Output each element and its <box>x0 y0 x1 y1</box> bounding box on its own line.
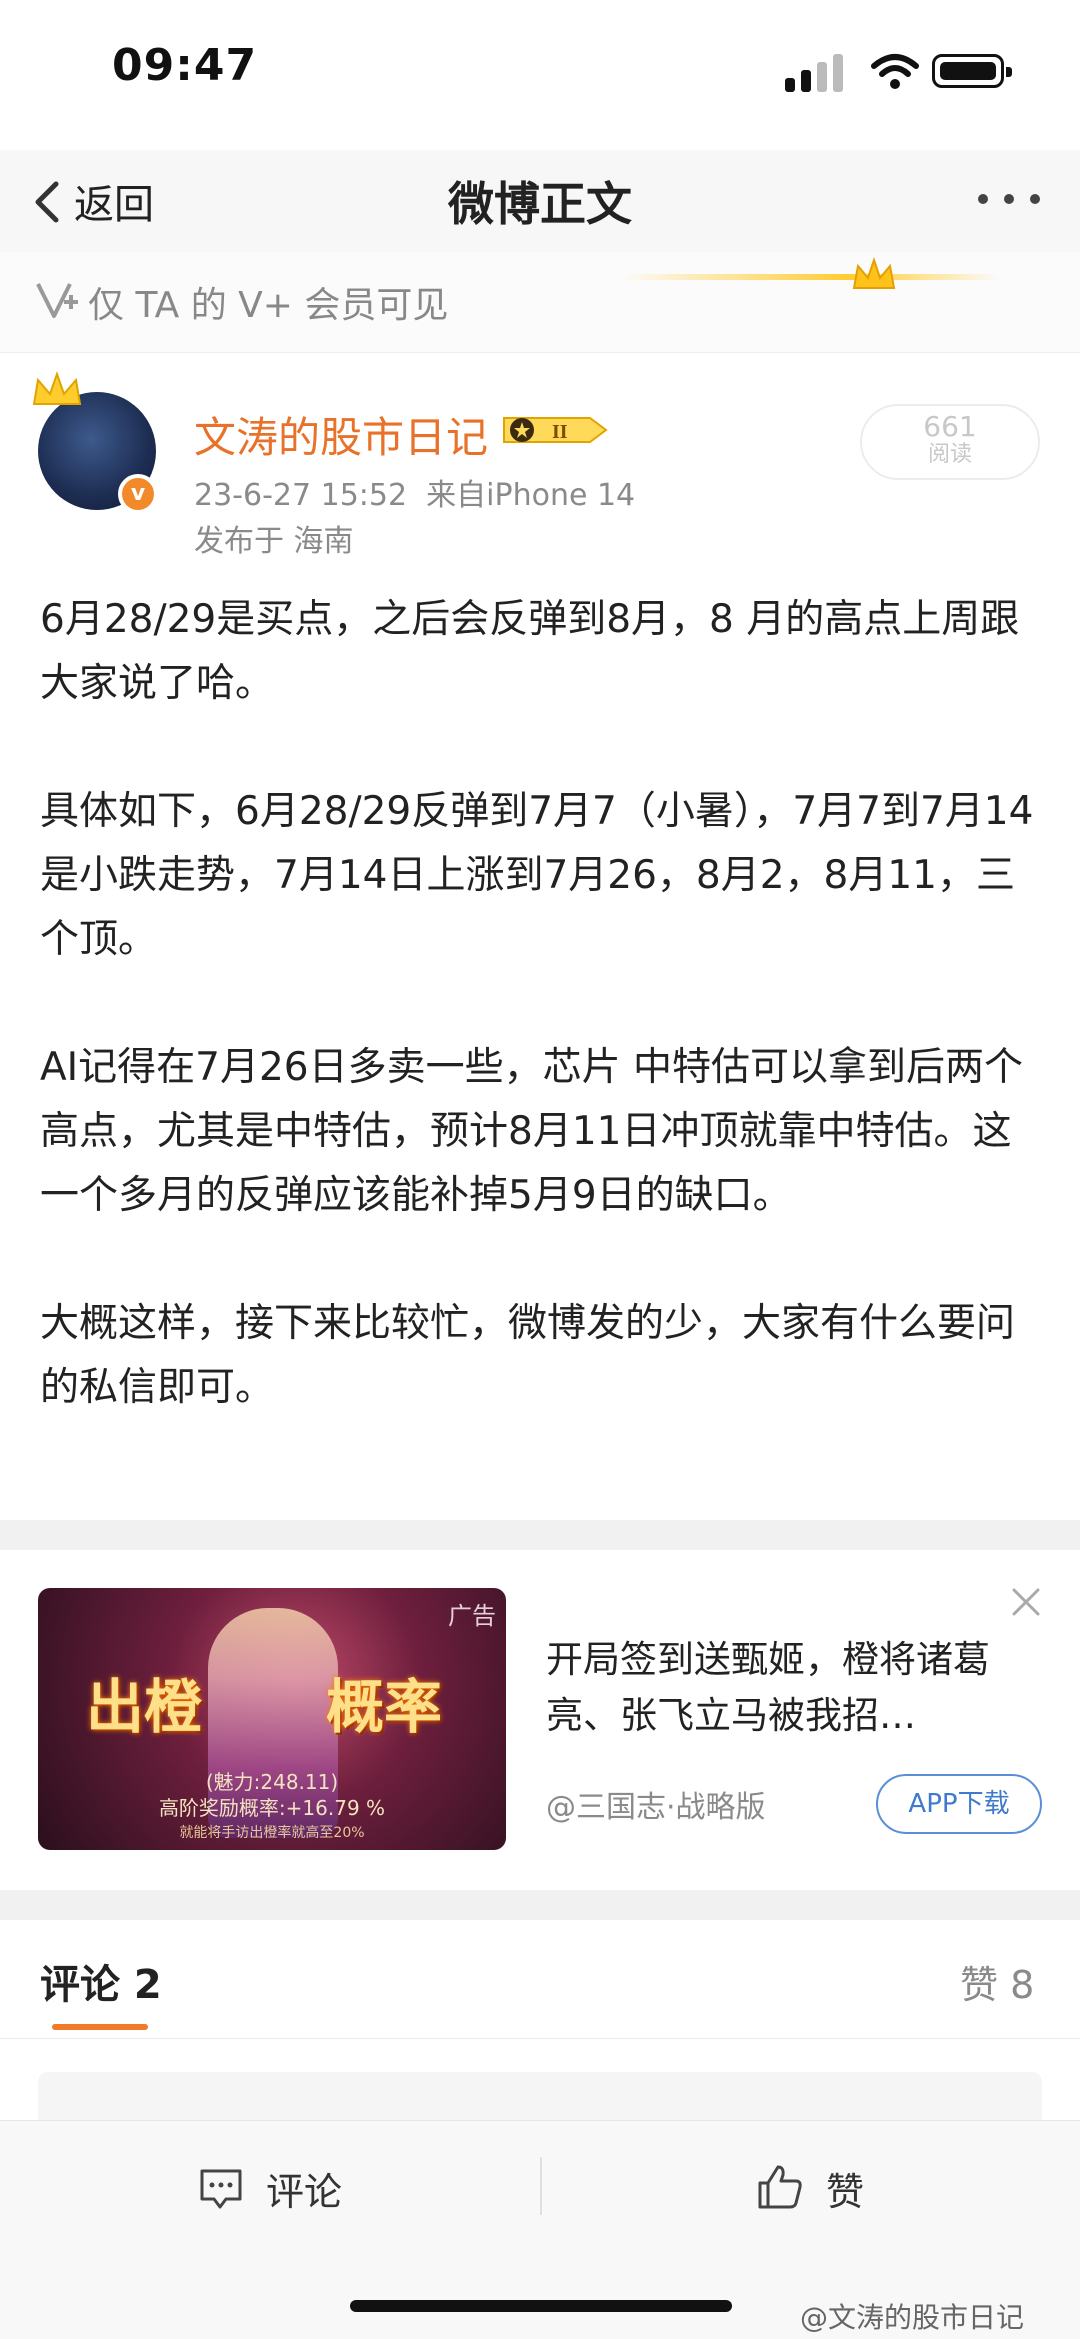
visibility-banner: 仅 TA 的 V+ 会员可见 <box>0 252 1080 353</box>
badge-level-text: II <box>552 421 568 443</box>
section-divider <box>0 1520 1080 1550</box>
wifi-icon <box>871 54 919 89</box>
ad-image-headline-left: 出橙 <box>86 1673 203 1741</box>
divider <box>0 2038 1080 2039</box>
post-paragraph: AI记得在7月26日多卖一些，芯片 中特估可以拿到后两个高点，尤其是中特估，预计… <box>40 1045 1024 1218</box>
vplus-icon <box>36 283 78 318</box>
crown-icon <box>32 370 82 405</box>
app-download-button[interactable]: APP下载 <box>876 1774 1042 1834</box>
ad-title[interactable]: 开局签到送甄姬，橙将诸葛亮、张飞立马被我招… <box>546 1632 1016 1744</box>
active-tab-indicator <box>52 2024 148 2030</box>
watermark: @文涛的股市日记 <box>800 2301 1025 2334</box>
visibility-text: 仅 TA 的 V+ 会员可见 <box>88 285 449 326</box>
ad-source[interactable]: @三国志·战略版 <box>546 1782 766 1826</box>
post-time: 23-6-27 15:52 <box>194 478 408 513</box>
post-paragraph: 大概这样，接下来比较忙，微博发的少，大家有什么要问的私信即可。 <box>40 1301 1016 1410</box>
ad-image-text: (魅力:248.11) <box>205 1770 339 1794</box>
read-label: 阅读 <box>927 442 972 467</box>
post-meta: 23-6-27 15:52 来自iPhone 14 <box>194 470 635 514</box>
read-count: 661 <box>923 410 977 443</box>
author-name[interactable]: 文涛的股市日记 <box>194 404 488 465</box>
status-time: 09:47 <box>112 40 258 91</box>
read-count-pill: 661 阅读 <box>860 404 1040 480</box>
crown-icon <box>852 256 896 289</box>
page-title: 微博正文 <box>448 177 632 231</box>
post-location: 发布于 海南 <box>194 524 354 559</box>
member-level-badge-icon: II <box>503 417 608 443</box>
ad-tag: 广告 <box>448 1602 496 1630</box>
cellular-signal-icon <box>785 54 843 92</box>
comment-button[interactable]: 评论 <box>266 2161 342 2216</box>
tab-likes[interactable]: 赞 8 <box>960 1954 1034 2009</box>
section-divider <box>0 1890 1080 1920</box>
post-paragraph: 6月28/29是买点，之后会反弹到8月，8 月的高点上周跟大家说了哈。 <box>40 597 1020 706</box>
post-body: 6月28/29是买点，之后会反弹到8月，8 月的高点上周跟大家说了哈。 具体如下… <box>40 588 1050 1484</box>
thumbs-up-icon[interactable] <box>756 2163 804 2211</box>
ad-image-text: 就能将手访出橙率就高至20% <box>179 1825 365 1841</box>
comment-icon[interactable] <box>198 2165 244 2211</box>
more-options-icon[interactable] <box>978 190 1044 206</box>
verified-badge-icon: v <box>118 474 158 514</box>
nav-bar: 返回 微博正文 <box>0 150 1080 253</box>
close-icon[interactable] <box>1008 1584 1044 1620</box>
ad-image[interactable]: 广告 出橙 概率 (魅力:248.11) 高阶奖励概率:+16.79 % 就能将… <box>38 1588 506 1850</box>
decorative-line <box>620 274 1000 280</box>
ad-image-text: 高阶奖励概率:+16.79 % <box>158 1796 386 1820</box>
toolbar-divider <box>540 2157 542 2215</box>
battery-icon <box>932 54 1012 88</box>
post-source: 来自iPhone 14 <box>426 478 636 513</box>
tab-comments[interactable]: 评论 2 <box>40 1952 162 2010</box>
home-indicator[interactable] <box>350 2300 732 2312</box>
post-paragraph: 具体如下，6月28/29反弹到7月7（小暑），7月7到7月14是小跌走势，7月1… <box>40 789 1034 962</box>
ad-image-headline-right: 概率 <box>326 1673 443 1741</box>
like-button[interactable]: 赞 <box>826 2161 864 2216</box>
